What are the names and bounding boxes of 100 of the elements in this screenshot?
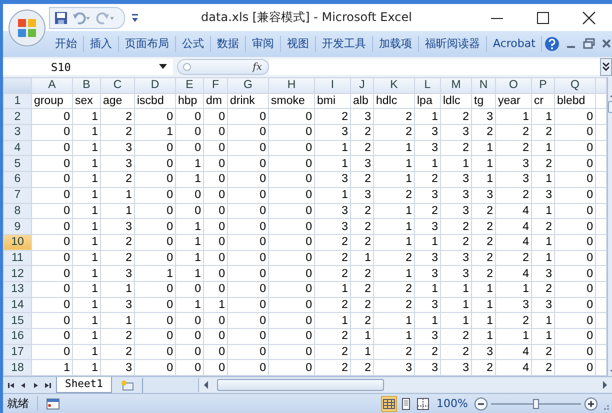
column-header[interactable]: P bbox=[532, 78, 554, 94]
column-header[interactable]: L bbox=[414, 78, 440, 94]
table-cell: 1 bbox=[72, 140, 100, 156]
table-cell: 1 bbox=[176, 250, 204, 266]
table-cell: 0 bbox=[134, 312, 176, 328]
table-cell: 1 bbox=[350, 344, 374, 360]
table-cell: alb bbox=[350, 93, 374, 109]
table-cell: 1 bbox=[374, 266, 414, 282]
table-cell: 0 bbox=[176, 124, 204, 140]
table-cell: 0 bbox=[134, 172, 176, 188]
column-header[interactable]: B bbox=[72, 78, 100, 94]
column-header[interactable]: N bbox=[472, 78, 496, 94]
table-cell: age bbox=[100, 93, 134, 109]
ribbon-tab[interactable]: 福昕阅读器 bbox=[419, 36, 487, 52]
ribbon-tab[interactable]: 页面布局 bbox=[119, 36, 176, 52]
window-title: data.xls [兼容模式] - Microsoft Excel bbox=[200, 9, 413, 26]
row-header[interactable]: 1 bbox=[4, 93, 32, 109]
table-cell: 0 bbox=[32, 344, 72, 360]
table-cell: 2 bbox=[532, 124, 554, 140]
table-cell: 2 bbox=[100, 172, 134, 188]
column-header[interactable]: D bbox=[134, 78, 176, 94]
table-cell: 0 bbox=[268, 203, 314, 219]
row-header[interactable]: 6 bbox=[4, 172, 32, 188]
insert-function-button[interactable]: fx bbox=[252, 62, 262, 72]
table-cell: 0 bbox=[204, 234, 228, 250]
table-cell: 0 bbox=[268, 234, 314, 250]
column-header[interactable]: M bbox=[440, 78, 472, 94]
column-header[interactable]: E bbox=[176, 78, 204, 94]
column-header[interactable]: I bbox=[314, 78, 350, 94]
table-cell: 0 bbox=[32, 328, 72, 344]
ribbon-tab[interactable]: 开发工具 bbox=[316, 36, 373, 52]
table-cell: 2 bbox=[472, 234, 496, 250]
ribbon-tab[interactable]: 视图 bbox=[281, 36, 316, 52]
row-header[interactable]: 4 bbox=[4, 140, 32, 156]
column-header[interactable]: J bbox=[350, 78, 374, 94]
row-header[interactable]: 17 bbox=[4, 344, 32, 360]
table-cell: 0 bbox=[134, 234, 176, 250]
table-cell: 0 bbox=[554, 108, 596, 125]
row-header[interactable]: 14 bbox=[4, 297, 32, 313]
name-box[interactable]: S10 bbox=[3, 59, 173, 75]
column-header[interactable]: O bbox=[496, 78, 532, 94]
table-cell: 1 bbox=[374, 234, 414, 250]
column-header[interactable]: C bbox=[100, 78, 134, 94]
table-cell: 1 bbox=[100, 312, 134, 328]
table-cell: 0 bbox=[32, 312, 72, 328]
table-cell: 1 bbox=[72, 297, 100, 313]
row-header[interactable]: 5 bbox=[4, 156, 32, 172]
sheet-tab[interactable]: Sheet1 bbox=[56, 377, 112, 393]
table-cell: 2 bbox=[314, 328, 350, 344]
row-header[interactable]: 7 bbox=[4, 187, 32, 203]
row-header[interactable]: 13 bbox=[4, 281, 32, 298]
table-cell: 0 bbox=[268, 297, 314, 313]
table-cell: 1 bbox=[314, 187, 350, 203]
table-cell: 1 bbox=[374, 172, 414, 188]
table-cell: 0 bbox=[204, 124, 228, 140]
table-cell: 2 bbox=[374, 297, 414, 313]
row-header[interactable]: 10 bbox=[4, 234, 32, 250]
ribbon-tab[interactable]: 审阅 bbox=[246, 36, 281, 52]
column-header[interactable]: G bbox=[228, 78, 268, 94]
ribbon-tab[interactable]: 公式 bbox=[176, 36, 211, 52]
column-header[interactable]: A bbox=[32, 78, 72, 94]
table-cell: 3 bbox=[100, 266, 134, 282]
table-cell: 4 bbox=[496, 266, 532, 282]
row-header[interactable]: 2 bbox=[4, 108, 32, 125]
table-cell: 0 bbox=[204, 266, 228, 282]
ribbon-tab[interactable]: 数据 bbox=[211, 36, 246, 52]
ribbon-tab[interactable]: 加载项 bbox=[373, 36, 419, 52]
table-cell: 0 bbox=[268, 328, 314, 344]
column-header[interactable]: K bbox=[374, 78, 414, 94]
ribbon-tab[interactable]: 插入 bbox=[84, 36, 119, 52]
row-header[interactable]: 12 bbox=[4, 266, 32, 282]
table-cell: 0 bbox=[176, 344, 204, 360]
row-header[interactable]: 15 bbox=[4, 312, 32, 328]
table-cell: 0 bbox=[176, 281, 204, 298]
column-header[interactable]: H bbox=[268, 78, 314, 94]
table-cell: 0 bbox=[204, 140, 228, 156]
row-header[interactable]: 8 bbox=[4, 203, 32, 219]
column-header[interactable]: F bbox=[204, 78, 228, 94]
table-cell: 0 bbox=[32, 156, 72, 172]
ribbon-tab[interactable]: 开始 bbox=[49, 36, 84, 52]
table-cell: 2 bbox=[314, 108, 350, 125]
row-header[interactable]: 9 bbox=[4, 218, 32, 234]
table-cell: 0 bbox=[32, 266, 72, 282]
table-cell: 1 bbox=[72, 250, 100, 266]
zoom-level-text[interactable]: 100% bbox=[436, 397, 468, 410]
table-cell: year bbox=[496, 93, 532, 109]
table-cell: 1 bbox=[532, 328, 554, 344]
table-cell: 2 bbox=[532, 281, 554, 298]
row-header[interactable]: 3 bbox=[4, 124, 32, 140]
table-cell: 3 bbox=[440, 203, 472, 219]
column-header[interactable]: Q bbox=[554, 78, 596, 94]
table-cell: 2 bbox=[440, 328, 472, 344]
row-header[interactable]: 16 bbox=[4, 328, 32, 344]
row-header[interactable]: 11 bbox=[4, 250, 32, 266]
table-cell: 0 bbox=[554, 203, 596, 219]
table-cell: 0 bbox=[134, 344, 176, 360]
table-cell: 1 bbox=[496, 328, 532, 344]
row-header[interactable]: 18 bbox=[4, 360, 32, 376]
status-text: 就绪 bbox=[3, 396, 38, 411]
ribbon-tab[interactable]: Acrobat bbox=[487, 36, 542, 52]
